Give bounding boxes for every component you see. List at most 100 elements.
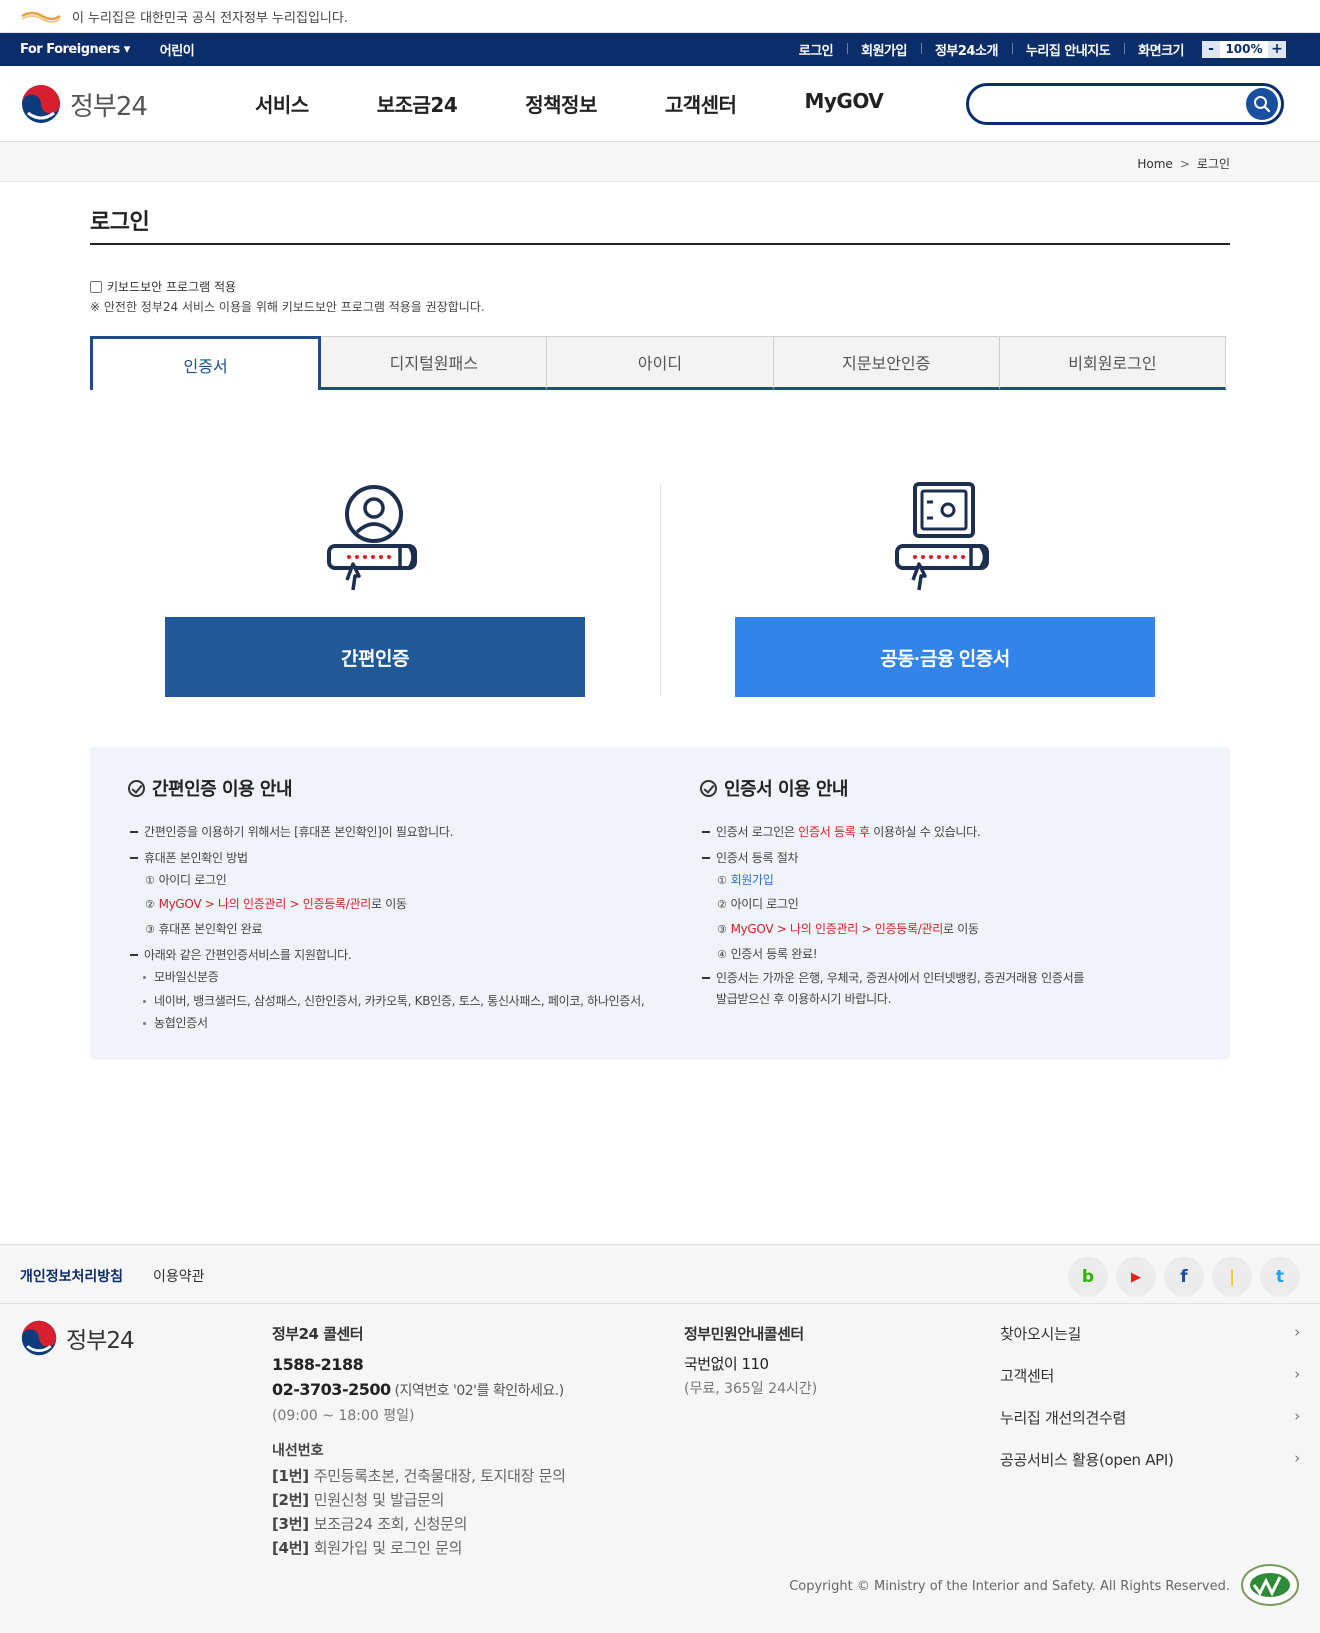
terms-link[interactable]: 이용약관 bbox=[153, 1266, 205, 1286]
tab-digital-onepass[interactable]: 디지털원패스 bbox=[321, 336, 548, 390]
certificate-safe-icon bbox=[895, 482, 989, 591]
gov-notice-bar: 이 누리집은 대한민국 공식 전자정부 누리집입니다. bbox=[0, 0, 1320, 33]
nav-policy[interactable]: 정책정보 bbox=[525, 89, 597, 118]
chevron-right-icon: › bbox=[1294, 1365, 1300, 1383]
quick-link-customer-center[interactable]: 고객센터 › bbox=[1000, 1365, 1300, 1407]
facebook-icon[interactable]: f bbox=[1164, 1257, 1204, 1297]
extension-row: [4번] 회원가입 및 로그인 문의 bbox=[272, 1539, 463, 1557]
login-link[interactable]: 로그인 bbox=[785, 40, 847, 59]
blog-icon[interactable]: b bbox=[1068, 1257, 1108, 1297]
breadcrumb-home[interactable]: Home bbox=[1137, 157, 1172, 171]
guide-step: ① 아이디 로그인 bbox=[145, 873, 227, 887]
search-input[interactable] bbox=[966, 83, 1284, 125]
guide-item: 휴대폰 본인확인 방법 bbox=[128, 847, 688, 869]
twitter-icon[interactable]: t bbox=[1260, 1257, 1300, 1297]
guide-step: ③ MyGOV > 나의 인증관리 > 인증등록/관리로 이동 bbox=[717, 922, 979, 936]
mygov-cert-link[interactable]: MyGOV > 나의 인증관리 > 인증등록/관리 bbox=[159, 897, 372, 911]
keyboard-security-checkbox[interactable]: 키보드보안 프로그램 적용 bbox=[90, 278, 236, 295]
web-accessibility-mark-icon bbox=[1241, 1564, 1299, 1606]
gov-notice-text: 이 누리집은 대한민국 공식 전자정부 누리집입니다. bbox=[72, 10, 348, 26]
mygov-cert-link[interactable]: MyGOV > 나의 인증관리 > 인증등록/관리 bbox=[731, 922, 944, 936]
civil-call-number: 국번없이 110 bbox=[684, 1355, 769, 1373]
extension-row: [1번] 주민등록초본, 건축물대장, 토지대장 문의 bbox=[272, 1467, 566, 1485]
breadcrumb-strip: Home > 로그인 bbox=[0, 142, 1320, 182]
guide-bullet: 네이버, 뱅크샐러드, 삼성패스, 신한인증서, 카카오톡, KB인증, 토스,… bbox=[128, 990, 688, 1012]
brand-logo[interactable]: 정부24 bbox=[20, 83, 148, 125]
search-button[interactable] bbox=[1246, 88, 1278, 120]
tab-id[interactable]: 아이디 bbox=[547, 336, 774, 390]
kakao-icon[interactable]: ❘ bbox=[1212, 1257, 1252, 1297]
taegeuk-logo-icon bbox=[21, 1320, 57, 1356]
footer-brand-name: 정부24 bbox=[66, 1328, 135, 1354]
nav-mygov[interactable]: MyGOV bbox=[804, 89, 883, 118]
login-guide-box: 간편인증 이용 안내 간편인증을 이용하기 위해서는 [휴대폰 본인확인]이 필… bbox=[90, 747, 1230, 1059]
nav-subsidy24[interactable]: 보조금24 bbox=[377, 89, 458, 118]
youtube-icon[interactable]: ▶ bbox=[1116, 1257, 1156, 1297]
joint-financial-cert-button[interactable]: 공동·금융 인증서 bbox=[735, 617, 1155, 697]
keyboard-security-label: 키보드보안 프로그램 적용 bbox=[107, 280, 237, 294]
guide-item: 인증서 등록 절차 bbox=[700, 847, 1170, 869]
zoom-value: 100% bbox=[1220, 41, 1268, 58]
nav-service[interactable]: 서비스 bbox=[255, 89, 309, 118]
guide-bullet-cont: 농협인증서 bbox=[128, 1012, 688, 1034]
about-link[interactable]: 정부24소개 bbox=[920, 40, 1012, 59]
chevron-right-icon: › bbox=[1294, 1323, 1300, 1341]
call-hours: (09:00 ~ 18:00 평일) bbox=[272, 1408, 415, 1424]
signup-link[interactable]: 회원가입 bbox=[847, 40, 921, 59]
kids-link[interactable]: 어린이 bbox=[160, 40, 195, 59]
guide-item: 간편인증을 이용하기 위해서는 [휴대폰 본인확인]이 필요합니다. bbox=[128, 821, 688, 843]
simple-auth-guide-heading: 간편인증 이용 안내 bbox=[152, 779, 293, 800]
social-links: b ▶ f ❘ t bbox=[1068, 1257, 1300, 1297]
breadcrumb-separator: > bbox=[1179, 156, 1190, 171]
certificate-guide-heading: 인증서 이용 안내 bbox=[724, 779, 848, 800]
quick-link-open-api[interactable]: 공공서비스 활용(open API) › bbox=[1000, 1449, 1300, 1491]
keyboard-security-note: ※ 안전한 정부24 서비스 이용을 위해 키보드보안 프로그램 적용을 권장합… bbox=[90, 300, 485, 314]
zoom-out-button[interactable]: - bbox=[1202, 41, 1220, 58]
checkbox-box[interactable] bbox=[90, 280, 102, 293]
zoom-in-button[interactable]: + bbox=[1268, 41, 1286, 58]
guide-bullet: 모바일신분증 bbox=[128, 966, 688, 988]
quick-link-feedback[interactable]: 누리집 개선의견수렴 › bbox=[1000, 1407, 1300, 1449]
certificate-guide: 인증서 이용 안내 인증서 로그인은 인증서 등록 후 이용하실 수 있습니다.… bbox=[700, 775, 1170, 1009]
simple-auth-guide: 간편인증 이용 안내 간편인증을 이용하기 위해서는 [휴대폰 본인확인]이 필… bbox=[128, 775, 688, 1034]
guide-item-cont: 발급받으신 후 이용하시기 바랍니다. bbox=[716, 992, 892, 1006]
global-nav: 서비스 보조금24 정책정보 고객센터 MyGOV bbox=[255, 89, 951, 118]
certificate-guide-title: 인증서 이용 안내 bbox=[700, 775, 1170, 801]
nav-customer-center[interactable]: 고객센터 bbox=[665, 89, 737, 118]
copyright: Copyright © Ministry of the Interior and… bbox=[789, 1579, 1230, 1594]
call-number-1: 1588-2188 bbox=[272, 1355, 364, 1374]
guide-item: 인증서 로그인은 인증서 등록 후 이용하실 수 있습니다. bbox=[700, 821, 1170, 843]
civil-call-title: 정부민원안내콜센터 bbox=[684, 1325, 804, 1343]
quick-link-directions[interactable]: 찾아오시는길 › bbox=[1000, 1323, 1300, 1365]
tab-fingerprint[interactable]: 지문보안인증 bbox=[773, 336, 1000, 390]
for-foreigners-dropdown[interactable]: For Foreigners ▾ bbox=[20, 42, 130, 57]
breadcrumb-current: 로그인 bbox=[1196, 157, 1230, 171]
signup-guide-link[interactable]: 회원가입 bbox=[731, 873, 774, 887]
extension-title: 내선번호 bbox=[272, 1443, 324, 1459]
privacy-policy-link[interactable]: 개인정보처리방침 bbox=[20, 1266, 123, 1286]
guide-step: ② 아이디 로그인 bbox=[717, 897, 799, 911]
page-title: 로그인 bbox=[90, 210, 150, 235]
simple-auth-icon bbox=[327, 485, 417, 591]
guide-step: ③ 휴대폰 본인확인 완료 bbox=[145, 922, 263, 936]
simple-auth-button[interactable]: 간편인증 bbox=[165, 617, 585, 697]
gov24-call-center: 정부24 콜센터 1588-2188 02-3703-2500 (지역번호 '0… bbox=[272, 1323, 566, 1560]
sitemap-link[interactable]: 누리집 안내지도 bbox=[1011, 40, 1124, 59]
simple-auth-guide-title: 간편인증 이용 안내 bbox=[128, 775, 688, 801]
guide-step: ① 회원가입 bbox=[717, 873, 774, 887]
guide-step: ② MyGOV > 나의 인증관리 > 인증등록/관리로 이동 bbox=[145, 897, 407, 911]
footer-brand: 정부24 bbox=[20, 1319, 135, 1357]
footer-links: 개인정보처리방침 이용약관 bbox=[20, 1266, 205, 1286]
taegeuk-logo-icon bbox=[22, 85, 60, 123]
guide-step: ④ 인증서 등록 완료! bbox=[717, 947, 818, 961]
extension-row: [2번] 민원신청 및 발급문의 bbox=[272, 1491, 445, 1509]
tab-certificate[interactable]: 인증서 bbox=[90, 336, 322, 390]
tab-guest-login[interactable]: 비회원로그인 bbox=[999, 336, 1227, 390]
egov-logo-icon bbox=[21, 11, 61, 23]
login-tabs: 인증서 디지털원패스 아이디 지문보안인증 비회원로그인 bbox=[90, 336, 1227, 390]
chevron-right-icon: › bbox=[1294, 1449, 1300, 1467]
guide-item: 인증서는 가까운 은행, 우체국, 증권사에서 인터넷뱅킹, 증권거래용 인증서… bbox=[700, 967, 1170, 989]
footer-quick-links: 찾아오시는길 › 고객센터 › 누리집 개선의견수렴 › 공공서비스 활용(open … bbox=[1000, 1323, 1300, 1491]
civil-call-note: (무료, 365일 24시간) bbox=[684, 1381, 818, 1397]
chevron-right-icon: › bbox=[1294, 1407, 1300, 1425]
